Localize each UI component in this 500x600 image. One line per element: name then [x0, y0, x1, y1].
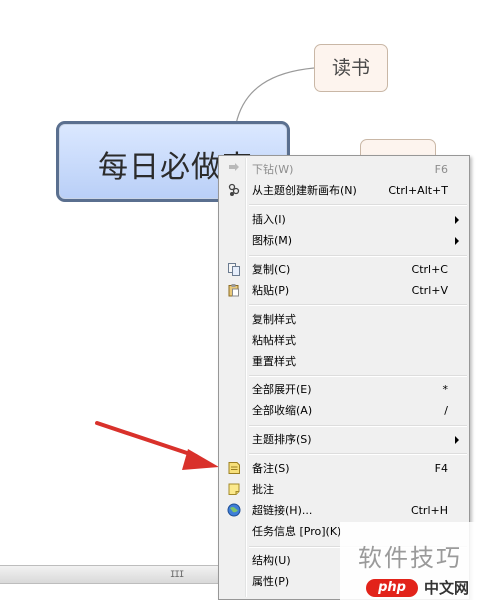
- menu-item-copy[interactable]: 复制(C) Ctrl+C: [221, 259, 467, 280]
- menu-item-drill-down[interactable]: 下钻(W) F6: [221, 159, 467, 180]
- menu-item-reset-style[interactable]: 重置样式: [221, 351, 467, 372]
- menu-item-icons[interactable]: 图标(M): [221, 230, 467, 251]
- menu-item-notes[interactable]: 备注(S) F4: [221, 458, 467, 479]
- menu-item-expand-all[interactable]: 全部展开(E) *: [221, 379, 467, 400]
- comment-icon: [228, 483, 240, 495]
- menu-item-paste[interactable]: 粘贴(P) Ctrl+V: [221, 280, 467, 301]
- menu-item-new-sheet-from-topic[interactable]: 从主题创建新画布(N) Ctrl+Alt+T: [221, 180, 467, 201]
- copy-icon: [228, 263, 240, 276]
- horizontal-scrollbar[interactable]: III: [0, 565, 218, 584]
- menu-item-hyperlink[interactable]: 超链接(H)... Ctrl+H: [221, 500, 467, 521]
- menu-item-sort-topics[interactable]: 主题排序(S): [221, 429, 467, 450]
- drill-down-icon: [229, 163, 239, 171]
- menu-separator: [249, 304, 467, 306]
- menu-separator: [249, 255, 467, 257]
- watermark-site-name: 中文网: [424, 579, 470, 597]
- menu-separator: [249, 453, 467, 455]
- menu-separator: [249, 375, 467, 377]
- watermark-text: 软件技巧: [358, 544, 462, 572]
- submenu-arrow-icon: [455, 237, 459, 245]
- notes-icon: [228, 462, 240, 474]
- menu-item-comment[interactable]: 批注: [221, 479, 467, 500]
- new-sheet-icon: [228, 183, 240, 196]
- submenu-arrow-icon: [455, 436, 459, 444]
- paste-icon: [228, 284, 239, 297]
- menu-item-insert[interactable]: 插入(I): [221, 209, 467, 230]
- menu-item-copy-style[interactable]: 复制样式: [221, 309, 467, 330]
- arrow-shaft: [95, 421, 198, 458]
- scrollbar-grip[interactable]: III: [170, 570, 184, 580]
- arrow-head: [182, 449, 219, 470]
- hyperlink-globe-icon: [227, 503, 241, 517]
- watermark-php-logo: php: [366, 579, 418, 597]
- menu-separator: [249, 204, 467, 206]
- menu-item-paste-style[interactable]: 粘帖样式: [221, 330, 467, 351]
- menu-item-collapse-all[interactable]: 全部收缩(A) /: [221, 400, 467, 421]
- submenu-arrow-icon: [455, 216, 459, 224]
- menu-separator: [249, 425, 467, 427]
